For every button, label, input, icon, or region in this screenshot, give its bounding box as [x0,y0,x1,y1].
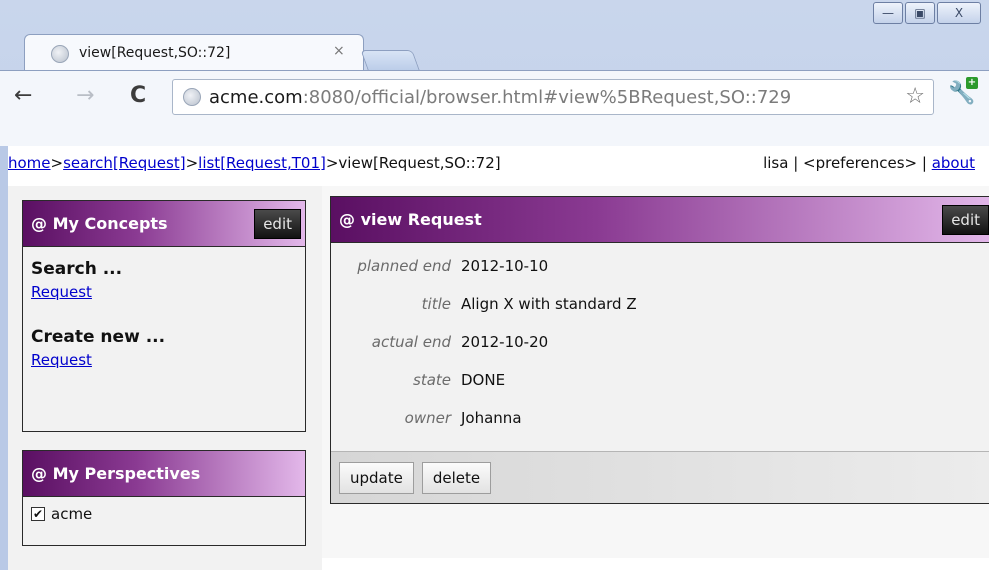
detail-label: owner [404,409,451,427]
my-perspectives-header: @ My Perspectives [23,451,305,497]
maximize-button[interactable]: ▣ [905,2,935,24]
update-badge-icon: + [966,77,978,89]
detail-label: title [421,295,451,313]
delete-button[interactable]: delete [421,461,492,494]
bookmark-star-icon[interactable]: ☆ [905,84,925,109]
update-button[interactable]: update [339,461,414,494]
breadcrumb-current: view[Request,SO::72] [338,154,501,172]
detail-value: 2012-10-10 [461,257,549,275]
userbar-separator: | [788,154,804,172]
detail-value: 2012-10-20 [461,333,549,351]
url-host: acme.com [209,87,303,108]
detail-label: actual end [371,333,451,351]
perspective-item[interactable]: ✔ acme [31,505,297,523]
address-bar[interactable]: acme.com:8080/official/browser.html#view… [172,79,934,115]
detail-label: planned end [357,257,451,275]
breadcrumb-list-link[interactable]: list[Request,T01] [198,154,326,172]
preferences-link[interactable]: <preferences> [803,154,917,172]
my-concepts-edit-button[interactable]: edit [254,209,301,239]
create-request-link[interactable]: Request [31,351,92,369]
user-name: lisa [763,154,789,172]
search-request-link[interactable]: Request [31,283,92,301]
forward-arrow-icon[interactable]: → [76,83,94,108]
globe-icon [183,88,201,106]
web-page: home>search[Request]>list[Request,T01]>v… [8,146,989,570]
detail-row-owner: owner Johanna [331,399,989,437]
perspective-checkbox[interactable]: ✔ [31,507,45,521]
userbar-separator: | [917,154,932,172]
my-concepts-body: Search ... Request Create new ... Reques… [23,247,305,377]
window-controls: — ▣ X [873,2,981,24]
minimize-button[interactable]: — [873,2,903,24]
view-request-header: @ view Request edit [331,197,989,243]
about-link[interactable]: about [932,154,975,172]
reload-icon[interactable]: C [130,83,146,108]
page-favicon-icon [51,45,69,63]
url-text[interactable]: acme.com:8080/official/browser.html#view… [209,87,869,108]
perspective-label: acme [51,505,93,523]
my-concepts-header: @ My Concepts edit [23,201,305,247]
browser-window: — ▣ X view[Request,SO::72] × ← → C acme.… [0,0,989,570]
browser-tab[interactable]: view[Request,SO::72] × [24,34,364,70]
detail-label: state [413,371,451,389]
detail-row-state: state DONE [331,361,989,399]
detail-value: DONE [461,371,506,389]
my-perspectives-title: @ My Perspectives [31,464,201,483]
detail-row-planned-end: planned end 2012-10-10 [331,247,989,285]
search-section-title: Search ... [31,259,123,279]
my-concepts-title: @ My Concepts [31,214,168,233]
detail-row-actual-end: actual end 2012-10-20 [331,323,989,361]
back-arrow-icon[interactable]: ← [14,83,32,108]
my-concepts-panel: @ My Concepts edit Search ... Request Cr… [22,200,306,432]
breadcrumb-separator: > [50,154,64,172]
url-path: :8080/official/browser.html#view%5BReque… [302,87,792,108]
action-bar: update delete [331,451,989,503]
view-request-panel: @ view Request edit planned end 2012-10-… [330,196,989,504]
breadcrumb-separator: > [325,154,339,172]
breadcrumb: home>search[Request]>list[Request,T01]>v… [8,154,501,172]
my-perspectives-body: ✔ acme [23,497,305,531]
my-perspectives-panel: @ My Perspectives ✔ acme [22,450,306,546]
request-details: planned end 2012-10-10 title Align X wit… [331,247,989,437]
detail-value: Align X with standard Z [461,295,637,313]
tab-title: view[Request,SO::72] [79,45,231,61]
browser-toolbar: ← → C acme.com:8080/official/browser.htm… [0,70,989,146]
create-section-title: Create new ... [31,327,166,347]
user-bar: lisa | <preferences> | about [763,154,975,172]
breadcrumb-home-link[interactable]: home [8,154,51,172]
detail-row-title: title Align X with standard Z [331,285,989,323]
view-request-title: @ view Request [339,210,482,229]
view-request-edit-button[interactable]: edit [942,205,989,235]
window-left-border [0,146,8,570]
breadcrumb-separator: > [185,154,199,172]
breadcrumb-search-link[interactable]: search[Request] [63,154,185,172]
tab-close-icon[interactable]: × [333,43,345,59]
new-tab-button[interactable] [360,50,420,70]
close-window-button[interactable]: X [937,2,981,24]
detail-value: Johanna [461,409,522,427]
